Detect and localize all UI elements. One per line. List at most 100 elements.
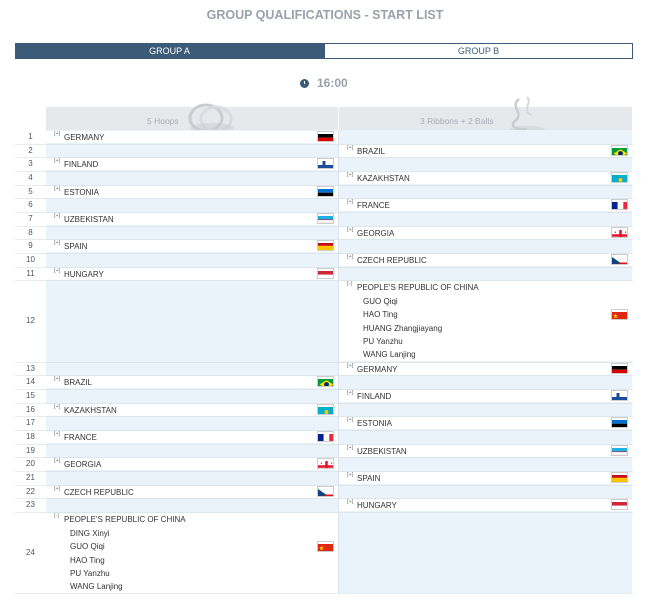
expand-toggle[interactable]: [+]	[54, 376, 60, 382]
flag-geo-icon	[611, 227, 628, 238]
expand-toggle[interactable]: [+]	[347, 499, 353, 505]
team-name[interactable]: ESTONIA	[357, 419, 392, 428]
team-name[interactable]: KAZAKHSTAN	[357, 174, 410, 183]
expand-toggle[interactable]: [+]	[54, 268, 60, 274]
flag-chn-icon	[611, 309, 628, 320]
team-name[interactable]: CZECH REPUBLIC	[357, 256, 427, 265]
team-name[interactable]: GEORGIA	[64, 460, 101, 469]
row-number: 11	[26, 269, 35, 278]
team-name[interactable]: SPAIN	[357, 474, 380, 483]
expand-toggle[interactable]: [+]	[54, 431, 60, 437]
row-number: 24	[26, 548, 35, 557]
team-name[interactable]: PEOPLE'S REPUBLIC OF CHINA	[64, 515, 186, 524]
expand-toggle[interactable]: [+]	[347, 417, 353, 423]
flag-uzb-icon	[611, 445, 628, 456]
team-name[interactable]: PEOPLE'S REPUBLIC OF CHINA	[357, 283, 479, 292]
expand-toggle[interactable]: [+]	[347, 363, 353, 369]
expand-toggle[interactable]: [+]	[347, 172, 353, 178]
team-name[interactable]: BRAZIL	[64, 378, 92, 387]
expand-toggle[interactable]: [+]	[347, 390, 353, 396]
team-name[interactable]: GERMANY	[357, 365, 397, 374]
team-name[interactable]: UZBEKISTAN	[64, 215, 114, 224]
flag-ger-icon	[317, 131, 334, 142]
team-entry: [+] SPAIN	[339, 472, 632, 484]
apparatus-header-ribbons-balls: 3 Ribbons + 2 Balls	[339, 96, 632, 134]
row-number: 16	[26, 405, 35, 414]
row-number: 9	[28, 241, 33, 250]
row-number: 1	[28, 132, 33, 141]
tab-group-b[interactable]: GROUP B	[324, 43, 633, 59]
team-entry: [-] PEOPLE'S REPUBLIC OF CHINA GUO Qiqi HAO…	[339, 281, 632, 361]
team-name[interactable]: CZECH REPUBLIC	[64, 488, 134, 497]
flag-hun-icon	[317, 268, 334, 279]
team-name[interactable]: FINLAND	[357, 392, 391, 401]
expand-toggle[interactable]: [+]	[347, 145, 353, 151]
team-name[interactable]: FRANCE	[357, 201, 390, 210]
team-name[interactable]: BRAZIL	[357, 147, 385, 156]
team-name[interactable]: SPAIN	[64, 242, 87, 251]
team-name[interactable]: FRANCE	[64, 433, 97, 442]
flag-fra-icon	[611, 199, 628, 210]
team-entry: [+] FINLAND	[46, 158, 338, 170]
team-entry: [+] UZBEKISTAN	[46, 213, 338, 225]
flag-fin-icon	[611, 390, 628, 401]
team-entry: [+] GEORGIA	[46, 458, 338, 470]
group-tabs: GROUP A GROUP B	[15, 43, 633, 59]
team-name[interactable]: GEORGIA	[357, 229, 394, 238]
gymnast-list: GUO Qiqi HAO Ting HUANG Zhangjiayang PU Yan…	[363, 295, 442, 361]
page-title: GROUP QUALIFICATIONS - START LIST	[206, 8, 444, 22]
expand-toggle[interactable]: [+]	[347, 227, 353, 233]
row-number: 4	[28, 173, 33, 182]
tab-group-a[interactable]: GROUP A	[15, 43, 324, 59]
flag-fin-icon	[317, 158, 334, 169]
team-entry: [+] GERMANY	[46, 131, 338, 143]
expand-toggle[interactable]: [+]	[347, 199, 353, 205]
expand-toggle[interactable]: [+]	[54, 158, 60, 164]
team-name[interactable]: KAZAKHSTAN	[64, 406, 117, 415]
expand-toggle[interactable]: [+]	[54, 213, 60, 219]
row-number: 2	[28, 146, 33, 155]
apparatus-label: 3 Ribbons + 2 Balls	[420, 116, 494, 126]
flag-kaz-icon	[317, 404, 334, 415]
expand-toggle[interactable]: [+]	[54, 404, 60, 410]
team-entry: [+] CZECH REPUBLIC	[46, 486, 338, 498]
row-number: 5	[28, 187, 33, 196]
expand-toggle[interactable]: [+]	[54, 131, 60, 137]
gymnast-name: HAO Ting	[70, 555, 105, 565]
collapse-toggle[interactable]: [-]	[54, 513, 59, 519]
team-entry: [+] FRANCE	[46, 431, 338, 443]
expand-toggle[interactable]: [+]	[54, 240, 60, 246]
expand-toggle[interactable]: [+]	[347, 254, 353, 260]
flag-cze-icon	[611, 254, 628, 265]
expand-toggle[interactable]: [+]	[54, 186, 60, 192]
team-entry: [+] KAZAKHSTAN	[339, 172, 632, 184]
team-entry: [+] GEORGIA	[339, 227, 632, 239]
team-name[interactable]: FINLAND	[64, 160, 98, 169]
team-name[interactable]: GERMANY	[64, 133, 104, 142]
flag-hun-icon	[611, 499, 628, 510]
team-name[interactable]: HUNGARY	[357, 501, 397, 510]
row-number: 21	[26, 473, 35, 482]
apparatus-label: 5 Hoops	[147, 116, 179, 126]
team-name[interactable]: ESTONIA	[64, 188, 99, 197]
gymnast-name: DING Xinyi	[70, 529, 110, 538]
expand-toggle[interactable]: [+]	[347, 445, 353, 451]
flag-est-icon	[611, 417, 628, 428]
team-entry: [+] BRAZIL	[46, 376, 338, 388]
expand-toggle[interactable]: [+]	[54, 486, 60, 492]
flag-cze-icon	[317, 486, 334, 497]
team-name[interactable]: HUNGARY	[64, 270, 104, 279]
flag-bra-icon	[317, 376, 334, 387]
team-name[interactable]: UZBEKISTAN	[357, 447, 407, 456]
row-number: 23	[26, 500, 35, 509]
row-number: 14	[26, 377, 35, 386]
flag-ger-icon	[611, 363, 628, 374]
clock-icon	[300, 78, 309, 88]
row-number: 12	[26, 316, 35, 325]
apparatus-header-hoops: 5 Hoops	[46, 103, 338, 133]
expand-toggle[interactable]: [+]	[347, 472, 353, 478]
team-entry: [+] ESTONIA	[339, 417, 632, 429]
team-entry: [+] GERMANY	[339, 363, 632, 375]
expand-toggle[interactable]: [+]	[54, 458, 60, 464]
collapse-toggle[interactable]: [-]	[347, 281, 352, 287]
